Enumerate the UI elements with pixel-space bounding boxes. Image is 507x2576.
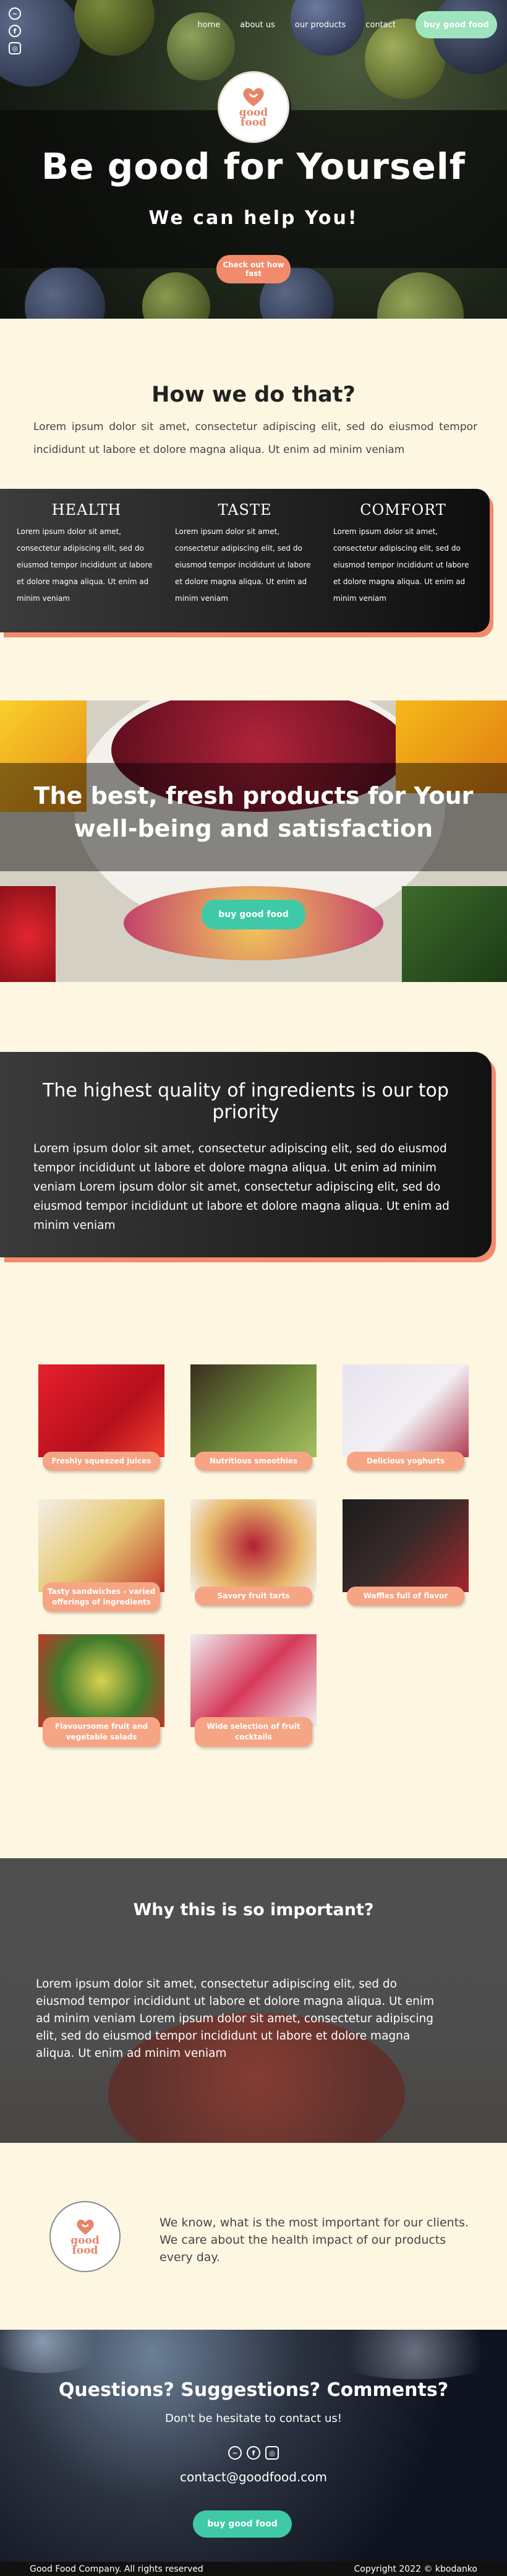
features-card: HEALTH Lorem ipsum dolor sit amet, conse… [0,489,490,632]
fruit-bowl-banner: The best, fresh products for Your well-b… [0,700,507,982]
hero-section: ~ f ◎ home about us our products contact… [0,0,507,319]
contact-buy-button[interactable]: buy good food [193,2510,292,2538]
hero-title: Be good for Yourself [41,145,466,187]
about-logo: good food [49,2201,121,2272]
top-nav: home about us our products contact buy g… [197,11,497,38]
quality-title: The highest quality of ingredients is ou… [43,1080,449,1123]
heart-logo-icon [76,2219,94,2234]
feature-comfort: COMFORT Lorem ipsum dolor sit amet, cons… [333,501,473,620]
how-title: How we do that? [151,382,356,407]
buy-good-food-button[interactable]: buy good food [415,11,497,38]
product-label: Wide selection of fruit cocktails [195,1717,312,1747]
messenger-icon[interactable]: ~ [228,2446,242,2460]
footer-copyright: Copyright 2022 © kbodanko [354,2564,477,2574]
product-tile[interactable]: Freshly squeezed juices [38,1364,164,1480]
why-text: Lorem ipsum dolor sit amet, consectetur … [36,1978,434,2060]
nav-contact[interactable]: contact [365,20,396,30]
product-image [38,1499,164,1592]
product-label: Delicious yoghurts [347,1452,464,1471]
product-tile[interactable]: Savory fruit tarts [190,1499,317,1614]
why-title: Why this is so important? [133,1900,374,1919]
instagram-icon[interactable]: ◎ [265,2446,279,2460]
feature-title: COMFORT [360,501,446,519]
banner-title-line2: well-being and satisfaction [74,815,433,842]
facebook-icon[interactable]: f [9,25,21,37]
product-tile[interactable]: Tasty sandwiches - varied offerings of i… [38,1499,164,1614]
logo-text-food: food [72,2244,98,2257]
contact-subtitle: Don't be hesitate to contact us! [165,2412,342,2425]
product-tile[interactable]: Delicious yoghurts [343,1364,469,1480]
nav-about-us[interactable]: about us [240,20,275,30]
instagram-icon[interactable]: ◎ [9,42,21,54]
check-out-button[interactable]: Check out how fast [216,255,291,283]
product-image [190,1499,317,1592]
footer-rights: Good Food Company. All rights reserved [30,2564,203,2574]
product-tile[interactable]: Waffles full of flavor [343,1499,469,1614]
contact-title: Questions? Suggestions? Comments? [58,2379,449,2401]
feature-health: HEALTH Lorem ipsum dolor sit amet, conse… [17,501,156,620]
product-label: Nutritious smoothies [195,1452,312,1471]
feature-title: TASTE [218,501,272,519]
page: ~ f ◎ home about us our products contact… [0,0,507,2576]
logo-text-food: food [241,116,266,129]
feature-text: Lorem ipsum dolor sit amet, consectetur … [333,527,469,603]
messenger-icon[interactable]: ~ [9,7,21,20]
banner-buy-button[interactable]: buy good food [202,900,305,929]
why-section: Why this is so important? Lorem ipsum do… [0,1858,507,2143]
heart-logo-icon [243,88,264,106]
product-tile[interactable]: Wide selection of fruit cocktails [190,1634,317,1749]
contact-section: Questions? Suggestions? Comments? Don't … [0,2330,507,2576]
feature-text: Lorem ipsum dolor sit amet, consectetur … [17,527,153,603]
feature-title: HEALTH [51,501,122,519]
product-tile[interactable]: Nutritious smoothies [190,1364,317,1480]
product-label: Tasty sandwiches - varied offerings of i… [43,1582,160,1612]
contact-social-links: ~ f ◎ [0,2446,507,2460]
banner-title: The best, fresh products for Your well-b… [0,780,507,845]
social-links: ~ f ◎ [9,7,21,54]
product-label: Flavoursome fruit and vegetable salads [43,1717,160,1747]
about-text: We know, what is the most important for … [160,2216,469,2264]
product-image [343,1364,469,1457]
product-image [190,1634,317,1727]
feature-taste: TASTE Lorem ipsum dolor sit amet, consec… [175,501,315,620]
nav-our-products[interactable]: our products [295,20,346,30]
logo[interactable]: good food [218,71,289,143]
product-label: Waffles full of flavor [347,1587,464,1606]
product-image [38,1634,164,1727]
quality-text: Lorem ipsum dolor sit amet, consectetur … [33,1142,449,1232]
product-label: Freshly squeezed juices [43,1452,160,1471]
feature-text: Lorem ipsum dolor sit amet, consectetur … [175,527,311,603]
facebook-icon[interactable]: f [247,2446,260,2460]
product-image [343,1499,469,1592]
footer: Good Food Company. All rights reserved C… [0,2562,507,2576]
how-text: Lorem ipsum dolor sit amet, consectetur … [33,421,477,456]
banner-title-line1: The best, fresh products for Your [33,782,474,809]
contact-email[interactable]: contact@goodfood.com [0,2470,507,2484]
product-tile[interactable]: Flavoursome fruit and vegetable salads [38,1634,164,1749]
product-image [38,1364,164,1457]
product-image [190,1364,317,1457]
nav-home[interactable]: home [197,20,220,30]
hero-subtitle: We can help You! [148,207,359,229]
product-label: Savory fruit tarts [195,1587,312,1606]
quality-card: The highest quality of ingredients is ou… [0,1052,492,1257]
